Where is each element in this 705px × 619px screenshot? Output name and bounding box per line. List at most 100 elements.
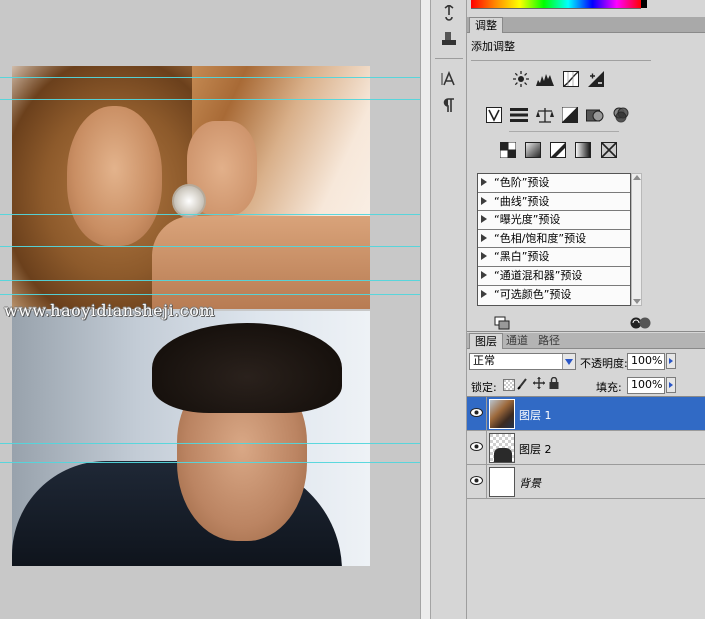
layer-name[interactable]: 背景 [519,475,541,491]
layer-thumbnail[interactable] [489,433,515,463]
panel-options-icon[interactable] [629,314,653,332]
clip-to-layer-icon[interactable] [493,314,511,332]
exposure-icon[interactable] [587,70,605,88]
clone-source-icon[interactable] [438,28,460,50]
visibility-eye-icon[interactable] [470,474,483,487]
color-spectrum-bar[interactable] [471,0,641,9]
scroll-down-arrow-icon[interactable] [633,299,641,304]
preset-label: “色相/饱和度”预设 [494,231,587,245]
guide-line[interactable] [0,99,431,100]
lock-transparency-icon[interactable] [503,379,515,391]
hue-saturation-icon[interactable] [510,106,528,124]
brightness-contrast-icon[interactable] [512,70,530,88]
guide-line[interactable] [0,77,431,78]
expand-triangle-icon[interactable] [481,252,487,261]
scroll-up-arrow-icon[interactable] [633,175,641,180]
layers-tabbar: 图层 通道 路径 [467,333,705,349]
paragraph-icon[interactable] [438,94,460,116]
tab-adjustments[interactable]: 调整 [469,17,503,33]
visibility-eye-icon[interactable] [470,406,483,419]
blend-mode-select[interactable]: 正常 [469,353,576,370]
expand-triangle-icon[interactable] [481,233,487,242]
guide-line[interactable] [0,246,431,247]
preset-label: “通道混和器”预设 [494,269,583,282]
preset-label: “曝光度”预设 [494,213,561,227]
lock-label: 锁定: [471,381,497,394]
opacity-slider-toggle[interactable] [666,353,676,369]
curves-icon[interactable] [562,70,580,88]
gradient-map-icon[interactable] [574,141,592,159]
fill-label: 填充: [596,381,622,394]
photo-man [12,311,370,566]
guide-line[interactable] [0,462,431,463]
color-balance-icon[interactable] [536,106,554,124]
lock-position-icon[interactable] [533,377,545,390]
preset-curves[interactable]: “曲线”预设 [478,193,630,212]
preset-black-white[interactable]: “黑白”预设 [478,248,630,267]
layer-thumbnail[interactable] [489,467,515,497]
divider [486,431,487,465]
divider [467,331,705,332]
preset-selective-color[interactable]: “可选颜色”预设 [478,286,630,305]
thumbnail-figure [494,448,512,462]
threshold-icon[interactable] [549,141,567,159]
layer-name[interactable]: 图层 1 [519,407,552,423]
preset-levels[interactable]: “色阶”预设 [478,174,630,193]
preset-channel-mixer[interactable]: “通道混和器”预设 [478,267,630,286]
fill-slider-toggle[interactable] [666,377,676,393]
character-icon[interactable] [438,68,460,90]
expand-triangle-icon[interactable] [481,178,487,186]
expand-triangle-icon[interactable] [481,289,487,298]
preset-label: “黑白”预设 [494,250,550,264]
guide-line[interactable] [0,214,431,215]
chevron-down-icon[interactable] [562,354,575,369]
presets-scrollbar[interactable] [631,173,642,306]
layer-row-layer1[interactable]: 图层 1 [467,397,705,431]
guide-line[interactable] [0,280,431,281]
tab-paths[interactable]: 路径 [533,333,565,349]
tab-channels[interactable]: 通道 [501,333,533,349]
posterize-icon[interactable] [524,141,542,159]
fill-input[interactable]: 100% [627,377,665,394]
lock-all-icon[interactable] [549,376,559,390]
photo-watch [172,184,206,218]
expand-triangle-icon[interactable] [481,271,487,279]
layer-row-layer2[interactable]: 图层 2 [467,431,705,465]
lock-pixels-icon[interactable] [517,377,529,390]
layer-name[interactable]: 图层 2 [519,441,552,457]
guide-line[interactable] [0,443,431,444]
layer-thumbnail[interactable] [489,399,515,429]
guide-line[interactable] [0,294,431,295]
invert-icon[interactable] [499,141,517,159]
tab-layers[interactable]: 图层 [469,333,503,349]
watermark-text: www.haoyidiansheji.com [4,301,216,320]
preset-label: “曲线”预设 [494,194,550,208]
adjustments-tabbar: 调整 [467,17,705,33]
vibrance-icon[interactable] [485,106,503,124]
expand-triangle-icon[interactable] [481,196,487,205]
preset-exposure[interactable]: “曝光度”预设 [478,211,630,230]
panel-dock-strip [431,0,467,619]
photo-filter-icon[interactable] [586,106,604,124]
visibility-eye-icon[interactable] [470,440,483,453]
blend-mode-value: 正常 [473,354,495,367]
document-canvas[interactable]: www.haoyidiansheji.com [0,0,431,619]
photo-arm-region [152,216,370,309]
expand-triangle-icon[interactable] [481,215,487,224]
divider [486,465,487,499]
divider [509,131,619,132]
adjustment-presets-list: “色阶”预设 “曲线”预设 “曝光度”预设 “色相/饱和度”预设 “黑白”预设 … [477,173,631,306]
levels-icon[interactable] [536,70,554,88]
preset-hue-saturation[interactable]: “色相/饱和度”预设 [478,230,630,249]
opacity-input[interactable]: 100% [627,353,665,370]
adjustments-subtitle: 添加调整 [471,40,515,53]
channel-mixer-icon[interactable] [612,106,630,124]
black-white-icon[interactable] [561,106,579,124]
selective-color-icon[interactable] [600,141,618,159]
photo-face-region [67,106,162,246]
panel-splitter[interactable] [420,0,431,619]
photo-woman [12,66,370,309]
adjust-pin-icon[interactable] [438,2,460,24]
color-spectrum-black[interactable] [641,0,647,8]
layer-row-background[interactable]: 背景 [467,465,705,499]
